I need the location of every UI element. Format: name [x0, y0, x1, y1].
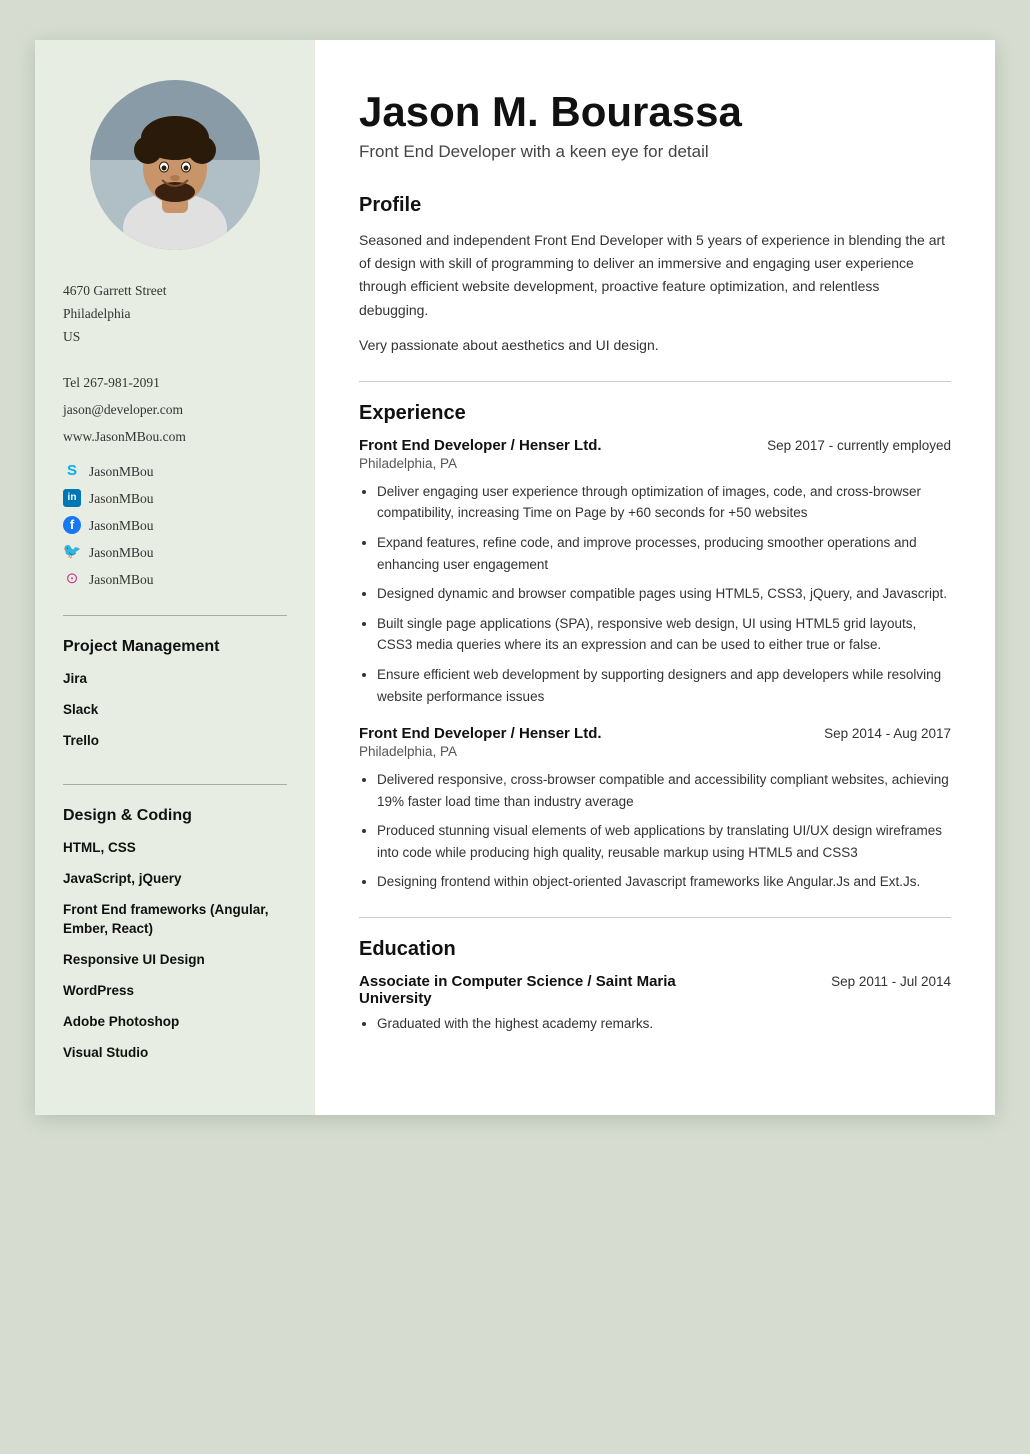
design-coding-title: Design & Coding [63, 807, 269, 825]
social-skype: S JasonMBou [63, 458, 154, 485]
bullet-item: Designing frontend within object-oriente… [377, 871, 951, 893]
job-2-header: Front End Developer / Henser Ltd. Sep 20… [359, 725, 951, 742]
facebook-icon: f [63, 516, 81, 534]
bullet-item: Built single page applications (SPA), re… [377, 613, 951, 656]
instagram-handle: JasonMBou [89, 566, 154, 593]
skill-responsive-ui: Responsive UI Design [63, 951, 269, 970]
profile-section: Profile Seasoned and independent Front E… [359, 194, 951, 356]
job-1-bullets: Deliver engaging user experience through… [359, 481, 951, 707]
skill-frameworks: Front End frameworks (Angular,Ember, Rea… [63, 901, 269, 939]
social-facebook: f JasonMBou [63, 512, 154, 539]
tel: Tel 267-981-2091 [63, 369, 186, 396]
project-management-title: Project Management [63, 638, 219, 656]
job-1-title: Front End Developer / Henser Ltd. [359, 437, 602, 454]
education-title: Education [359, 938, 951, 961]
skill-slack: Slack [63, 701, 219, 720]
instagram-icon: ⊙ [63, 570, 81, 588]
bullet-item: Delivered responsive, cross-browser comp… [377, 769, 951, 812]
edu-1-title: Associate in Computer Science / Saint Ma… [359, 973, 679, 1007]
street-address: 4670 Garrett Street [63, 283, 166, 298]
country: US [63, 329, 80, 344]
candidate-name: Jason M. Bourassa [359, 88, 951, 136]
skill-wordpress: WordPress [63, 982, 269, 1001]
social-instagram: ⊙ JasonMBou [63, 566, 154, 593]
education-section: Education Associate in Computer Science … [359, 938, 951, 1035]
divider-experience [359, 381, 951, 382]
edu-entry-1: Associate in Computer Science / Saint Ma… [359, 973, 951, 1035]
job-1-date: Sep 2017 - currently employed [767, 438, 951, 453]
sidebar-divider-1 [63, 615, 287, 616]
job-1-location: Philadelphia, PA [359, 456, 951, 471]
project-management-section: Project Management Jira Slack Trello [63, 638, 219, 763]
bullet-item: Ensure efficient web development by supp… [377, 664, 951, 707]
email: jason@developer.com [63, 396, 186, 423]
bullet-item: Designed dynamic and browser compatible … [377, 583, 951, 605]
twitter-icon: 🐦 [63, 543, 81, 561]
skill-visual-studio: Visual Studio [63, 1044, 269, 1063]
candidate-tagline: Front End Developer with a keen eye for … [359, 142, 951, 162]
profile-paragraph-1: Seasoned and independent Front End Devel… [359, 229, 951, 321]
experience-section: Experience Front End Developer / Henser … [359, 402, 951, 893]
city: Philadelphia [63, 306, 131, 321]
social-twitter: 🐦 JasonMBou [63, 539, 154, 566]
social-linkedin: in JasonMBou [63, 485, 154, 512]
job-1: Front End Developer / Henser Ltd. Sep 20… [359, 437, 951, 707]
job-2-location: Philadelphia, PA [359, 744, 951, 759]
contact-block: Tel 267-981-2091 jason@developer.com www… [63, 369, 186, 450]
bullet-item: Produced stunning visual elements of web… [377, 820, 951, 863]
job-2-date: Sep 2014 - Aug 2017 [824, 726, 951, 741]
bullet-item: Deliver engaging user experience through… [377, 481, 951, 524]
job-2-title: Front End Developer / Henser Ltd. [359, 725, 602, 742]
social-links: S JasonMBou in JasonMBou f JasonMBou 🐦 J… [63, 458, 154, 593]
experience-title: Experience [359, 402, 951, 425]
resume-container: 4670 Garrett Street Philadelphia US Tel … [35, 40, 995, 1115]
linkedin-icon: in [63, 489, 81, 507]
address-block: 4670 Garrett Street Philadelphia US [63, 280, 166, 349]
bullet-item: Graduated with the highest academy remar… [377, 1013, 951, 1035]
sidebar: 4670 Garrett Street Philadelphia US Tel … [35, 40, 315, 1115]
facebook-handle: JasonMBou [89, 512, 154, 539]
linkedin-handle: JasonMBou [89, 485, 154, 512]
sidebar-divider-2 [63, 784, 287, 785]
edu-1-bullets: Graduated with the highest academy remar… [359, 1013, 951, 1035]
website: www.JasonMBou.com [63, 423, 186, 450]
skill-html-css: HTML, CSS [63, 839, 269, 858]
main-content: Jason M. Bourassa Front End Developer wi… [315, 40, 995, 1115]
skill-photoshop: Adobe Photoshop [63, 1013, 269, 1032]
skill-jira: Jira [63, 670, 219, 689]
job-2: Front End Developer / Henser Ltd. Sep 20… [359, 725, 951, 893]
twitter-handle: JasonMBou [89, 539, 154, 566]
skill-js-jquery: JavaScript, jQuery [63, 870, 269, 889]
design-coding-section: Design & Coding HTML, CSS JavaScript, jQ… [63, 807, 269, 1074]
avatar [90, 80, 260, 250]
edu-1-date: Sep 2011 - Jul 2014 [831, 974, 951, 989]
skill-trello: Trello [63, 732, 219, 751]
edu-1-header: Associate in Computer Science / Saint Ma… [359, 973, 951, 1007]
divider-education [359, 917, 951, 918]
job-1-header: Front End Developer / Henser Ltd. Sep 20… [359, 437, 951, 454]
job-2-bullets: Delivered responsive, cross-browser comp… [359, 769, 951, 893]
skype-handle: JasonMBou [89, 458, 154, 485]
skype-icon: S [63, 462, 81, 480]
bullet-item: Expand features, refine code, and improv… [377, 532, 951, 575]
profile-title: Profile [359, 194, 951, 217]
profile-paragraph-2: Very passionate about aesthetics and UI … [359, 334, 951, 357]
